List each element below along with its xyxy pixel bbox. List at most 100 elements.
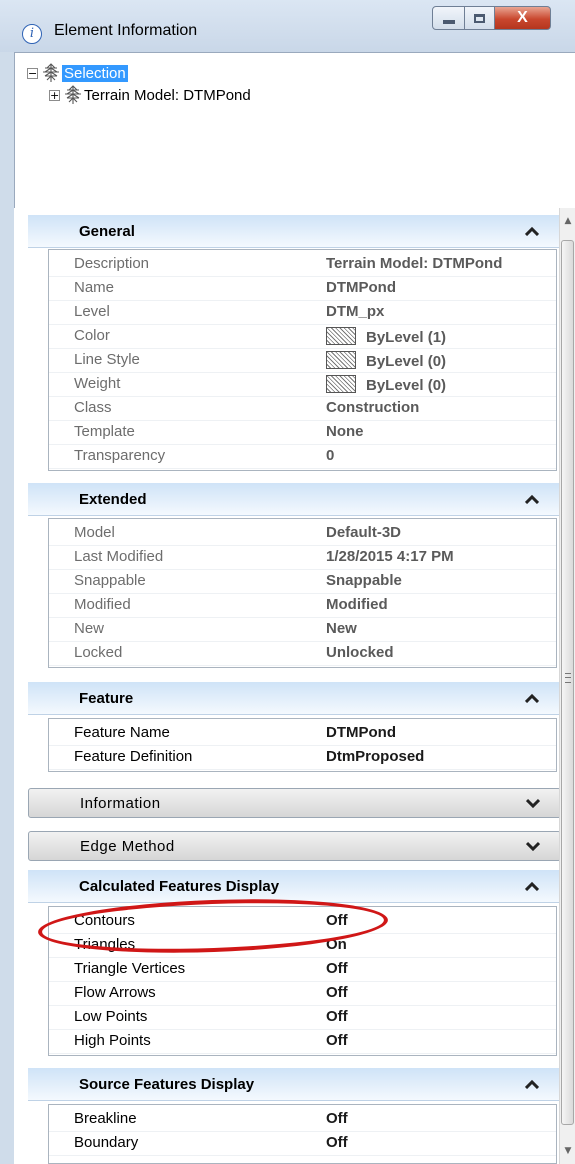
collapse-toggle-icon[interactable]: − [27,67,38,79]
property-row[interactable]: Last Modified 1/28/2015 4:17 PM [49,545,556,570]
expand-toggle-icon[interactable]: + [49,89,60,101]
property-row[interactable]: Flow Arrows Off [49,981,556,1006]
scroll-down-icon[interactable]: ▼ [563,1146,573,1156]
info-icon: i [22,24,42,44]
chevron-down-icon[interactable] [526,798,540,808]
property-value: DTMPond [326,724,396,741]
section-header-source-features[interactable]: Source Features Display [28,1068,559,1101]
property-key: Breakline [74,1110,137,1127]
window-controls: X [432,6,551,32]
vertical-scrollbar[interactable]: ▲ ▼ [559,208,575,1164]
section-title: Extended [79,491,147,508]
property-row[interactable]: Name DTMPond [49,276,556,301]
property-key: Color [74,327,110,344]
property-row[interactable]: Locked Unlocked [49,641,556,666]
chevron-up-icon[interactable] [525,1079,539,1089]
general-properties-grid: Description Terrain Model: DTMPond Name DT… [48,249,557,471]
tree-node-selection[interactable]: − Selection [27,63,128,83]
section-title: Information [80,795,161,812]
chevron-up-icon[interactable] [525,881,539,891]
property-row[interactable]: High Points Off [49,1029,556,1054]
maximize-button[interactable] [465,6,495,30]
property-key: Feature Name [74,724,170,741]
extended-properties-grid: Model Default-3D Last Modified 1/28/2015 4… [48,518,557,668]
hatched-swatch-icon [326,327,356,345]
property-value: Modified [326,596,388,613]
property-row[interactable]: Description Terrain Model: DTMPond [49,252,556,277]
property-row[interactable]: Transparency 0 [49,444,556,469]
property-value: ByLevel (0) [326,375,446,394]
chevron-down-icon[interactable] [526,841,540,851]
property-value: DtmProposed [326,748,425,765]
property-row[interactable]: Template None [49,420,556,445]
property-value: Off [326,984,348,1001]
section-header-edge-method[interactable]: Edge Method [28,831,559,861]
property-row[interactable]: Class Construction [49,396,556,421]
property-key: Modified [74,596,131,613]
property-row[interactable]: Feature Definition DtmProposed [49,745,556,770]
property-row[interactable]: Modified Modified [49,593,556,618]
property-key: Description [74,255,150,272]
property-key: Feature Definition [74,748,193,765]
property-value-text: ByLevel (1) [366,329,447,346]
property-key: Class [74,399,112,416]
section-header-extended[interactable]: Extended [28,483,559,516]
element-information-window: i Element Information X − Selection + Te… [0,0,575,1164]
property-key: High Points [74,1032,151,1049]
chevron-up-icon[interactable] [525,494,539,504]
tree-label-terrain-model[interactable]: Terrain Model: DTMPond [84,87,251,104]
close-button[interactable]: X [495,6,551,30]
section-header-general[interactable]: General [28,215,559,248]
section-title: Source Features Display [79,1076,255,1093]
section-header-information[interactable]: Information [28,788,559,818]
property-row[interactable]: Snappable Snappable [49,569,556,594]
property-row[interactable]: Feature Name DTMPond [49,721,556,746]
property-row[interactable]: Color ByLevel (1) [49,324,556,349]
tree-label-selection[interactable]: Selection [62,64,128,82]
title-bar[interactable]: i Element Information X [0,0,575,52]
terrain-model-icon [65,85,81,104]
section-header-feature[interactable]: Feature [28,682,559,715]
section-header-calculated-features[interactable]: Calculated Features Display [28,870,559,903]
property-row[interactable]: New New [49,617,556,642]
property-key: Weight [74,375,121,392]
source-features-grid: Breakline Off Boundary Off [48,1104,557,1164]
property-value: Off [326,1008,348,1025]
scroll-up-icon[interactable]: ▲ [563,216,573,226]
property-value: ByLevel (1) [326,327,446,346]
property-row[interactable]: Level DTM_px [49,300,556,325]
property-row[interactable]: Breakline Off [49,1107,556,1132]
feature-properties-grid: Feature Name DTMPond Feature Definition Dt… [48,718,557,772]
property-key: Triangle Vertices [74,960,186,977]
property-value: Off [326,960,348,977]
minimize-icon [442,20,455,24]
property-row[interactable]: Weight ByLevel (0) [49,372,556,397]
tree-node-terrain-model[interactable]: + Terrain Model: DTMPond [49,85,251,105]
property-row[interactable]: Model Default-3D [49,521,556,546]
property-value: Off [326,1134,348,1151]
property-value: Terrain Model: DTMPond [326,255,503,272]
maximize-icon [474,13,485,23]
property-value: Construction [326,399,420,416]
property-value: 0 [326,447,335,464]
properties-panel: General Description Terrain Model: DTMPon… [14,208,559,1164]
minimize-button[interactable] [432,6,465,30]
property-key: Snappable [74,572,146,589]
hatched-swatch-icon [326,375,356,393]
scrollbar-thumb[interactable] [561,240,574,1125]
section-title: General [79,223,135,240]
property-key: Boundary [74,1134,139,1151]
property-row[interactable]: Line Style ByLevel (0) [49,348,556,373]
chevron-up-icon[interactable] [525,226,539,236]
property-value: Off [326,1032,348,1049]
property-key: Name [74,279,115,296]
chevron-up-icon[interactable] [525,693,539,703]
property-key: Flow Arrows [74,984,156,1001]
property-row[interactable]: Low Points Off [49,1005,556,1030]
property-value: 1/28/2015 4:17 PM [326,548,454,565]
grip-icon [565,673,571,683]
property-key: Line Style [74,351,140,368]
property-row[interactable]: Boundary Off [49,1131,556,1156]
property-key: Transparency [74,447,166,464]
property-row[interactable]: Triangle Vertices Off [49,957,556,982]
